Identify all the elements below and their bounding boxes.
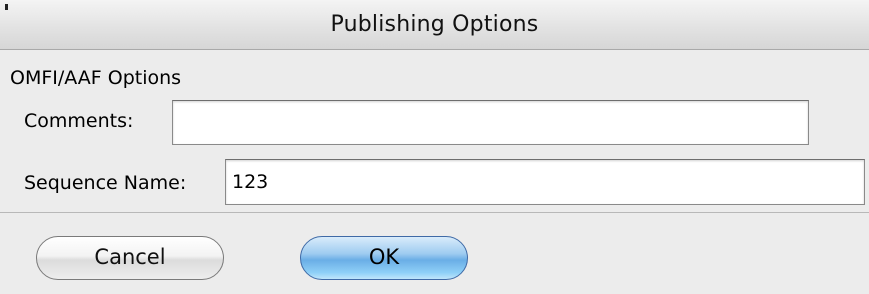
window-title: Publishing Options xyxy=(330,12,539,37)
publishing-options-dialog: Publishing Options OMFI/AAF Options Comm… xyxy=(0,0,869,294)
sequence-name-field[interactable] xyxy=(225,159,865,205)
comments-field[interactable] xyxy=(172,100,809,145)
sequence-name-label: Sequence Name: xyxy=(24,172,187,194)
cancel-button[interactable]: Cancel xyxy=(36,236,224,280)
resize-corner-mark xyxy=(5,4,8,10)
comments-label: Comments: xyxy=(24,110,134,132)
ok-button[interactable]: OK xyxy=(300,236,468,280)
dialog-content: OMFI/AAF Options Comments: Sequence Name… xyxy=(0,50,869,212)
button-bar: Cancel OK xyxy=(0,213,869,294)
title-bar[interactable]: Publishing Options xyxy=(0,0,869,50)
omfi-aaf-options-heading: OMFI/AAF Options xyxy=(10,67,182,89)
